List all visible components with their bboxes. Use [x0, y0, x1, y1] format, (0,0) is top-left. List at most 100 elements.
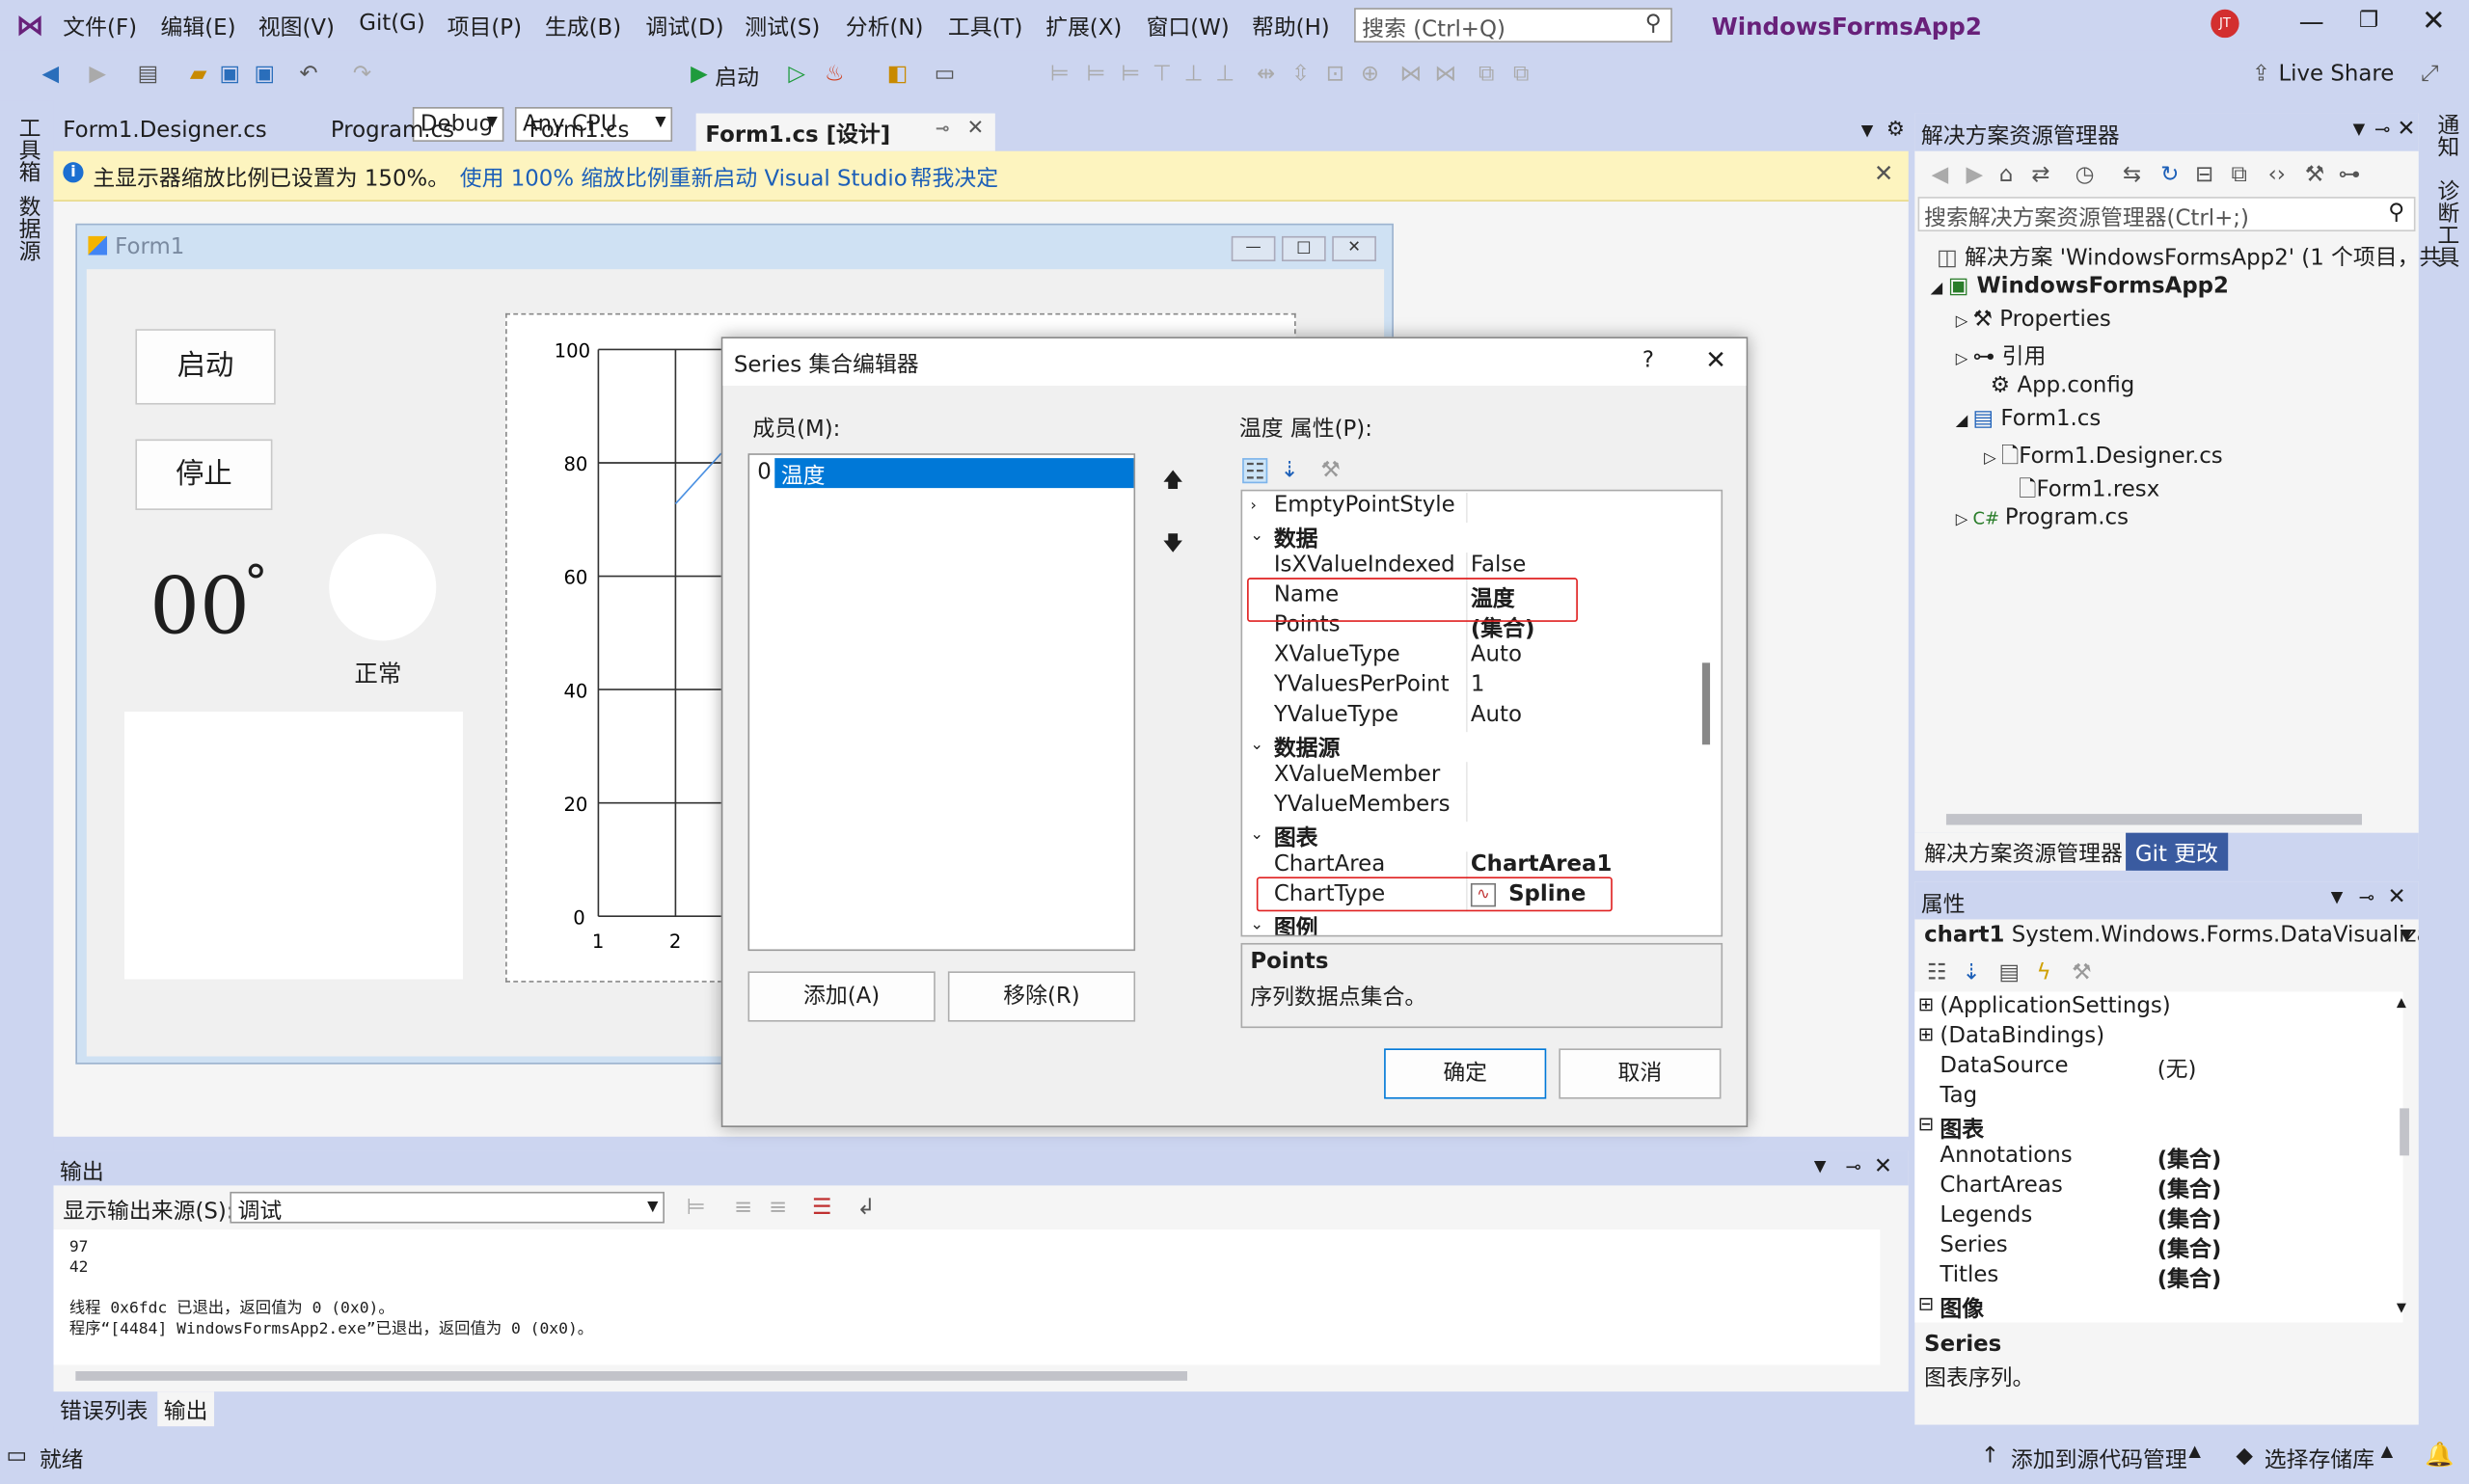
- solution-search-input[interactable]: 搜索解决方案资源管理器(Ctrl+;) ⚲: [1917, 197, 2416, 232]
- props-category-row[interactable]: ⊞ (DataBindings): [1918, 1023, 2394, 1053]
- tree-solution[interactable]: ◫ 解决方案 'WindowsFormsApp2' (1 个项目，共: [1937, 241, 2441, 273]
- output-hscrollbar[interactable]: [60, 1369, 1871, 1382]
- menu-extensions[interactable]: 扩展(X): [1045, 11, 1122, 42]
- spacing-vertical-icon[interactable]: ⇳: [1289, 62, 1314, 87]
- cancel-button[interactable]: 取消: [1559, 1048, 1722, 1099]
- notifications-tab[interactable]: 通知: [2431, 114, 2463, 158]
- horizontal-scrollbar[interactable]: [1937, 811, 2393, 826]
- prev-message-icon[interactable]: ≡: [731, 1195, 756, 1220]
- tree-references[interactable]: ▷ ⊶ 引用: [1956, 340, 2047, 372]
- tab-program-cs[interactable]: Program.cs: [321, 114, 464, 151]
- redo-icon[interactable]: ↷: [349, 62, 374, 87]
- props-scrollbar[interactable]: ▲ ▼: [2397, 995, 2412, 1319]
- collapsed-icon[interactable]: ▷: [1956, 313, 1973, 331]
- help-decide-link[interactable]: 帮我决定: [910, 162, 998, 194]
- props-value[interactable]: (无): [2157, 1053, 2197, 1085]
- scrollbar-thumb[interactable]: [2400, 1108, 2409, 1156]
- grid-property-row[interactable]: YValuesPerPoint 1: [1242, 672, 1698, 703]
- dropdown-icon[interactable]: ▼: [1814, 1159, 1827, 1176]
- feedback-icon[interactable]: ⤢: [2417, 62, 2442, 87]
- preview-icon[interactable]: ⊶: [2337, 162, 2362, 187]
- tab-form1-designer-cs[interactable]: Form1.Designer.cs: [54, 114, 277, 151]
- spacing-icon[interactable]: ⇹: [1254, 62, 1279, 87]
- property-pages-icon[interactable]: ⚒: [2069, 960, 2094, 985]
- alphabetical-icon[interactable]: ⇣: [1277, 458, 1302, 483]
- events-icon[interactable]: ϟ: [2031, 960, 2056, 985]
- hot-reload-icon[interactable]: ♨: [822, 62, 847, 87]
- props-value[interactable]: (集合): [2157, 1173, 2222, 1204]
- sync-icon[interactable]: ⇆: [2120, 162, 2145, 187]
- grid-category-row[interactable]: ⌄ 图例: [1242, 911, 1698, 935]
- collapse-icon[interactable]: ⊟: [1918, 1292, 1934, 1314]
- next-message-icon[interactable]: ≡: [765, 1195, 790, 1220]
- forward-icon[interactable]: ▶: [85, 62, 110, 87]
- collapsed-icon[interactable]: ▷: [1956, 512, 1973, 529]
- tree-app-config[interactable]: ⚙ App.config: [1991, 373, 2135, 398]
- scroll-down-icon[interactable]: ▼: [2397, 1301, 2406, 1315]
- grid-property-row[interactable]: XValueType Auto: [1242, 642, 1698, 673]
- wrench-icon[interactable]: ⚒: [2302, 162, 2327, 187]
- alphabetical-icon[interactable]: ⇣: [1959, 960, 1984, 985]
- grid-property-row[interactable]: YValueType Auto: [1242, 702, 1698, 733]
- scrollbar-thumb[interactable]: [1945, 814, 2362, 825]
- align-left-icon[interactable]: ⊨: [1047, 62, 1072, 87]
- menu-build[interactable]: 生成(B): [545, 11, 621, 42]
- size-icon[interactable]: ⊡: [1322, 62, 1347, 87]
- show-all-files-icon[interactable]: ⧉: [2227, 162, 2252, 187]
- back-icon[interactable]: ◀: [1927, 162, 1952, 187]
- list-item[interactable]: 0 温度: [752, 458, 1134, 490]
- align-top-icon[interactable]: ⊤: [1150, 62, 1175, 87]
- props-property-row[interactable]: Titles (集合): [1921, 1262, 2394, 1292]
- move-down-button[interactable]: 🡇: [1151, 521, 1195, 568]
- tab-error-list[interactable]: 错误列表: [54, 1391, 154, 1426]
- dropdown-icon[interactable]: ▼: [2331, 889, 2344, 906]
- props-property-row[interactable]: DataSource (无): [1921, 1053, 2394, 1083]
- grid-category-row[interactable]: ⌄ 数据源: [1242, 732, 1698, 762]
- dialog-close-icon[interactable]: ✕: [1705, 345, 1726, 375]
- diagnostic-tools-tab[interactable]: 诊断工具: [2431, 179, 2463, 267]
- members-listbox[interactable]: 0 温度: [747, 453, 1136, 952]
- refresh-icon[interactable]: ↻: [2157, 162, 2183, 187]
- dropdown-icon[interactable]: ▼: [2353, 121, 2366, 139]
- grid-category-row[interactable]: ⌄ 图表: [1242, 822, 1698, 851]
- switch-views-icon[interactable]: ⇄: [2028, 162, 2053, 187]
- grid-scrollbar-thumb[interactable]: [1701, 662, 1711, 745]
- menu-file[interactable]: 文件(F): [63, 11, 137, 42]
- properties-icon[interactable]: ▤: [1996, 960, 2021, 985]
- close-infobar-icon[interactable]: ✕: [1874, 159, 1894, 187]
- back-icon[interactable]: ◀: [38, 62, 63, 87]
- collapse-icon[interactable]: ⌄: [1250, 826, 1263, 844]
- expanded-icon[interactable]: ◢: [1931, 281, 1948, 298]
- pin-icon[interactable]: ⊸: [2374, 118, 2390, 140]
- menu-view[interactable]: 视图(V): [258, 11, 335, 42]
- undo-icon[interactable]: ↶: [296, 62, 321, 87]
- remove-button[interactable]: 移除(R): [947, 971, 1136, 1022]
- tab-form1-cs[interactable]: Form1.cs: [520, 114, 638, 151]
- start-icon[interactable]: ▶: [687, 62, 712, 87]
- menu-project[interactable]: 项目(P): [448, 11, 522, 42]
- home-icon[interactable]: ⌂: [1994, 162, 2019, 187]
- props-value[interactable]: (集合): [2157, 1202, 2222, 1234]
- menu-tools[interactable]: 工具(T): [948, 11, 1023, 42]
- align-right-icon[interactable]: ⊨: [1118, 62, 1143, 87]
- categorized-icon[interactable]: ☷: [1242, 458, 1268, 485]
- center-v-icon[interactable]: ⋈: [1433, 62, 1458, 87]
- pending-changes-icon[interactable]: ◷: [2073, 162, 2098, 187]
- ok-button[interactable]: 确定: [1384, 1048, 1547, 1099]
- pin-icon[interactable]: ⊸: [936, 118, 950, 138]
- grid-property-row[interactable]: XValueMember: [1242, 762, 1698, 793]
- close-icon[interactable]: ✕: [2397, 117, 2415, 142]
- bring-front-icon[interactable]: ⧉: [1474, 62, 1499, 87]
- collapse-icon[interactable]: ⌄: [1250, 916, 1263, 933]
- expand-icon[interactable]: ⊞: [1918, 1023, 1934, 1045]
- stop-form-button[interactable]: 停止: [135, 439, 273, 510]
- move-up-button[interactable]: 🡅: [1151, 458, 1195, 505]
- props-property-row[interactable]: Annotations (集合): [1921, 1143, 2394, 1173]
- notification-bell-icon[interactable]: 🔔: [2425, 1441, 2455, 1469]
- output-source-select[interactable]: 调试 ▼: [230, 1191, 665, 1225]
- close-icon[interactable]: ✕: [2388, 885, 2406, 910]
- close-icon[interactable]: ✕: [1874, 1154, 1892, 1179]
- tree-project[interactable]: ◢ ▣ WindowsFormsApp2: [1931, 274, 2229, 299]
- pin-icon[interactable]: ⊸: [1845, 1155, 1860, 1177]
- start-form-button[interactable]: 启动: [135, 329, 276, 405]
